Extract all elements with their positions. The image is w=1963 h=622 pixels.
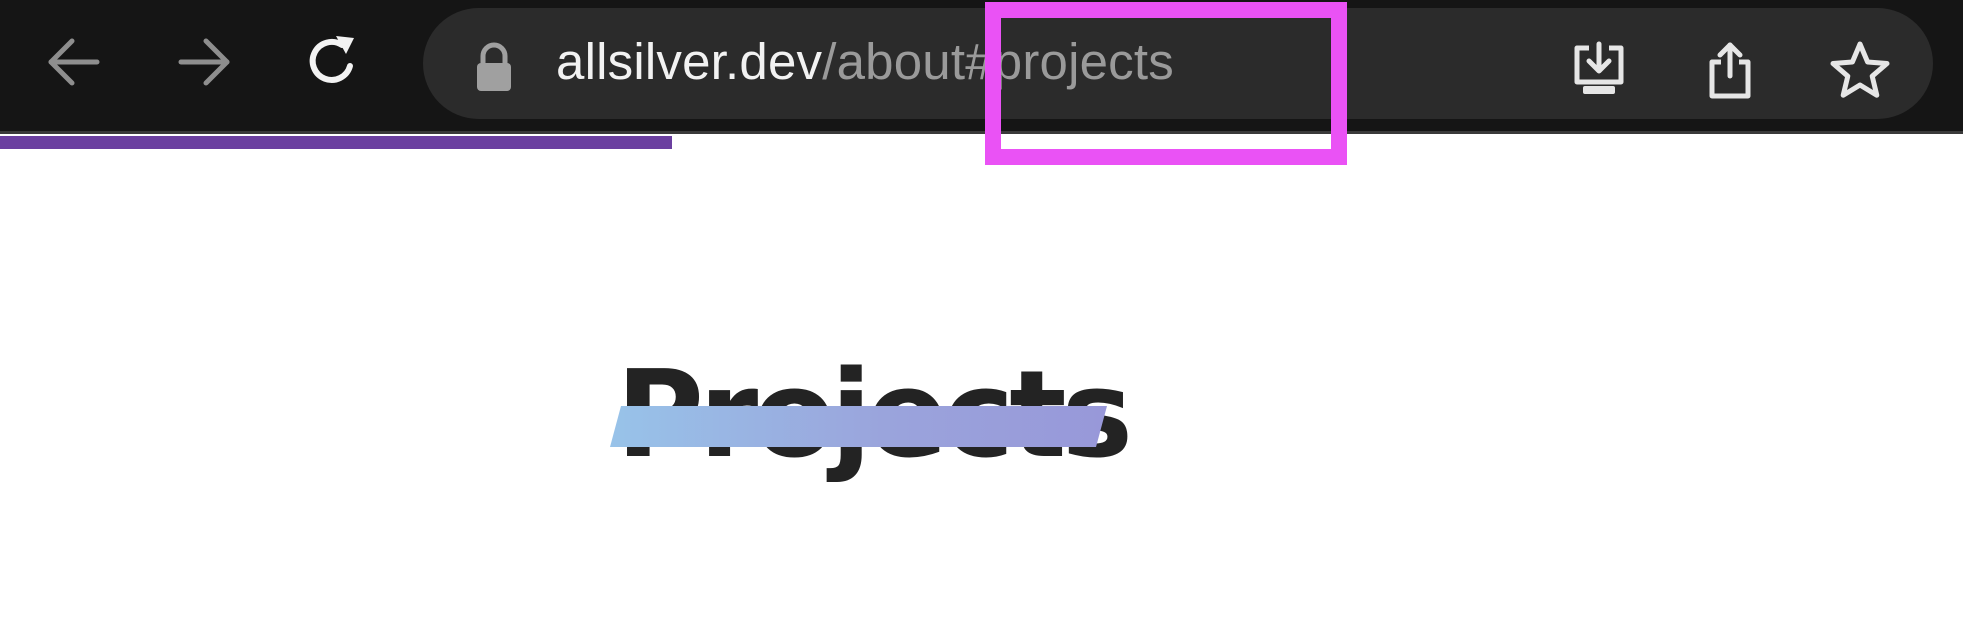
- share-icon: [1709, 42, 1751, 99]
- url-host: allsilver.dev: [556, 33, 823, 90]
- star-icon: [1830, 41, 1890, 98]
- back-button[interactable]: [34, 22, 114, 102]
- page-load-progress-bar: [0, 136, 672, 149]
- share-button[interactable]: [1690, 30, 1770, 110]
- reload-button[interactable]: [292, 22, 372, 102]
- download-icon: [1574, 41, 1624, 94]
- browser-toolbar: allsilver.dev/about#projects: [0, 0, 1963, 134]
- lock-icon: [477, 42, 511, 91]
- annotation-highlight-box: [985, 2, 1347, 165]
- arrow-left-icon: [48, 38, 100, 86]
- heading-underline-decoration: [610, 406, 1107, 447]
- arrow-right-icon: [178, 38, 230, 86]
- bookmark-button[interactable]: [1820, 30, 1900, 110]
- download-button[interactable]: [1559, 30, 1639, 110]
- reload-icon: [309, 36, 354, 83]
- forward-button[interactable]: [164, 22, 244, 102]
